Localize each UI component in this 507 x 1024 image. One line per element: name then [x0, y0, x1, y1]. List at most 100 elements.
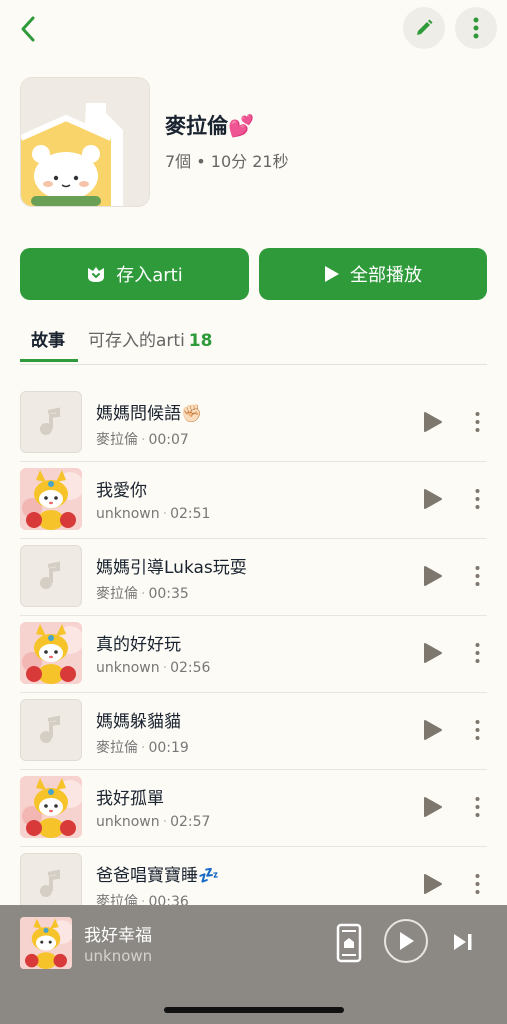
chevron-left-icon [21, 16, 35, 42]
now-playing-title: 我好幸福 [84, 926, 152, 946]
track-subtitle: 麥拉倫 · 00:35 [96, 583, 189, 603]
home-indicator [164, 1007, 344, 1013]
playlist-title: 麥拉倫💕 [165, 114, 255, 138]
separator-dot: · [162, 506, 168, 522]
play-icon [400, 932, 414, 950]
skip-next-icon [454, 934, 472, 950]
play-icon [424, 566, 442, 586]
music-note-icon [40, 407, 60, 435]
track-thumbnail [20, 699, 82, 761]
vertical-dots-icon [475, 874, 479, 894]
play-icon [325, 266, 339, 282]
track-more-button[interactable] [467, 561, 487, 591]
track-play-button[interactable] [420, 792, 446, 822]
tab-arti-label: 可存入的arti [88, 331, 185, 351]
track-author: 麥拉倫 [96, 432, 138, 448]
music-note-icon [40, 869, 60, 897]
next-track-button[interactable] [450, 929, 476, 955]
track-row[interactable]: 我愛你 unknown · 02:51 [20, 462, 487, 539]
tab-arti-count: 18 [188, 331, 213, 351]
more-options-button[interactable] [455, 7, 497, 49]
now-playing-artist: unknown [84, 947, 153, 965]
play-icon [424, 489, 442, 509]
device-button[interactable] [334, 922, 364, 964]
separator-dot: · [162, 660, 168, 676]
track-play-button[interactable] [420, 869, 446, 899]
vertical-dots-icon [475, 643, 479, 663]
track-play-button[interactable] [420, 407, 446, 437]
track-subtitle: 麥拉倫 · 00:07 [96, 429, 189, 449]
vertical-dots-icon [475, 797, 479, 817]
track-play-button[interactable] [420, 638, 446, 668]
track-thumbnail [20, 622, 82, 684]
back-button[interactable] [14, 12, 42, 46]
track-more-button[interactable] [467, 407, 487, 437]
track-author: unknown [96, 814, 160, 830]
track-duration: 02:56 [170, 660, 211, 676]
track-play-button[interactable] [420, 715, 446, 745]
track-more-button[interactable] [467, 792, 487, 822]
track-title: 我好孤單 [96, 789, 164, 809]
track-list: 媽媽問候語✊🏻 麥拉倫 · 00:07 我愛你 unknown · 02:51 媽媽引導Lu… [20, 385, 487, 923]
vertical-dots-icon [475, 720, 479, 740]
save-to-arti-label: 存入arti [116, 265, 183, 286]
tab-active-indicator [20, 359, 78, 362]
track-row[interactable]: 媽媽引導Lukas玩耍 麥拉倫 · 00:35 [20, 539, 487, 616]
character-thumbnail [20, 622, 82, 684]
playlist-meta: 7個 • 10分 21秒 [165, 152, 289, 171]
vertical-dots-icon [475, 412, 479, 432]
track-title: 媽媽躲貓貓 [96, 712, 181, 732]
track-more-button[interactable] [467, 484, 487, 514]
music-note-icon [40, 561, 60, 589]
play-icon [424, 874, 442, 894]
track-subtitle: unknown · 02:56 [96, 660, 210, 676]
play-icon [424, 720, 442, 740]
separator-dot: · [141, 740, 146, 756]
track-author: unknown [96, 660, 160, 676]
tab-bar: 故事 可存入的arti 18 [20, 318, 487, 365]
track-title: 媽媽問候語✊🏻 [96, 404, 203, 424]
save-to-arti-button[interactable]: 存入arti [20, 248, 249, 300]
track-duration: 02:51 [170, 506, 211, 522]
play-all-button[interactable]: 全部播放 [259, 248, 487, 300]
track-subtitle: unknown · 02:57 [96, 814, 210, 830]
track-title: 媽媽引導Lukas玩耍 [96, 558, 247, 578]
track-play-button[interactable] [420, 484, 446, 514]
track-play-button[interactable] [420, 561, 446, 591]
track-duration: 00:07 [148, 432, 189, 448]
track-more-button[interactable] [467, 869, 487, 899]
track-row[interactable]: 媽媽躲貓貓麥拉倫 · 00:19 [20, 693, 487, 770]
edit-button[interactable] [403, 7, 445, 49]
track-duration: 02:57 [170, 814, 211, 830]
tab-story-label: 故事 [31, 331, 65, 351]
track-row[interactable]: 真的好好玩 unknown · 02:56 [20, 616, 487, 693]
track-author: 麥拉倫 [96, 586, 138, 602]
track-author: unknown [96, 506, 160, 522]
character-thumbnail [20, 776, 82, 838]
track-duration: 00:35 [148, 586, 189, 602]
character-thumbnail [20, 917, 72, 969]
now-playing-thumbnail [20, 917, 72, 969]
vertical-dots-icon [473, 17, 479, 39]
separator-dot: · [141, 432, 146, 448]
save-arti-icon [88, 267, 105, 282]
track-row[interactable]: 媽媽問候語✊🏻 麥拉倫 · 00:07 [20, 385, 487, 462]
character-thumbnail [20, 468, 82, 530]
track-more-button[interactable] [467, 715, 487, 745]
track-subtitle: 麥拉倫 · 00:19 [96, 737, 189, 757]
vertical-dots-icon [475, 566, 479, 586]
track-more-button[interactable] [467, 638, 487, 668]
track-author: 麥拉倫 [96, 740, 138, 756]
music-note-icon [40, 715, 60, 743]
phone-device-icon [336, 923, 362, 963]
separator-dot: · [162, 814, 168, 830]
play-all-label: 全部播放 [350, 265, 422, 286]
play-icon [424, 643, 442, 663]
track-row[interactable]: 我好孤單 unknown · 02:57 [20, 770, 487, 847]
bear-house-illustration [21, 78, 149, 206]
mini-player-play-button[interactable] [384, 919, 428, 963]
tab-saveable-arti[interactable]: 可存入的arti 18 [88, 326, 212, 351]
track-title: 爸爸唱寶寶睡💤 [96, 866, 220, 886]
tab-story[interactable]: 故事 [31, 326, 65, 351]
track-thumbnail [20, 391, 82, 453]
